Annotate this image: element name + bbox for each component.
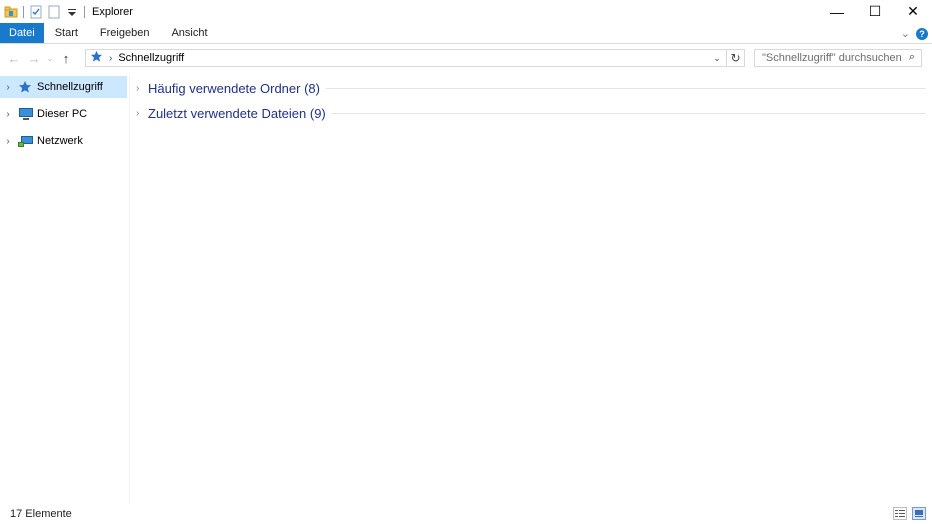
search-icon[interactable]: ⌕ (909, 51, 915, 64)
customize-qat-icon[interactable] (65, 5, 79, 19)
navigation-bar: ← → ⌄ ↑ › Schnellzugriff ⌄ ↻ "Schnellzug… (0, 47, 932, 69)
tab-view[interactable]: Ansicht (160, 23, 218, 43)
navigation-pane: › Schnellzugriff › Dieser PC › Netzwerk (0, 76, 130, 504)
new-folder-icon[interactable] (47, 5, 61, 19)
back-button[interactable]: ← (4, 47, 24, 69)
properties-icon[interactable] (29, 5, 43, 19)
quick-access-star-icon (90, 50, 103, 66)
recent-locations-button[interactable]: ⌄ (44, 47, 56, 69)
quick-access-toolbar (0, 0, 90, 23)
view-switcher (893, 507, 926, 520)
window-controls: — ☐ ✕ (818, 0, 932, 23)
folder-app-icon[interactable] (4, 5, 18, 19)
close-button[interactable]: ✕ (894, 0, 932, 23)
group-divider (331, 113, 926, 114)
sidebar-item-network[interactable]: › Netzwerk (0, 130, 129, 152)
breadcrumb-separator[interactable]: › (109, 53, 112, 64)
refresh-icon[interactable]: ↻ (726, 50, 744, 66)
expand-arrow-icon[interactable]: › (1, 82, 15, 93)
group-divider (325, 88, 926, 89)
qat-separator (23, 5, 24, 18)
expand-ribbon-icon[interactable]: ⌄ (901, 27, 910, 40)
sidebar-item-label: Schnellzugriff (37, 81, 103, 93)
tab-file[interactable]: Datei (0, 23, 44, 43)
tab-start[interactable]: Start (44, 23, 89, 43)
details-view-icon[interactable] (893, 507, 907, 520)
sidebar-item-label: Dieser PC (37, 108, 88, 120)
group-label: Häufig verwendete Ordner (8) (148, 81, 320, 96)
group-header-recent-files[interactable]: › Zuletzt verwendete Dateien (9) (131, 101, 929, 126)
sidebar-item-quick-access[interactable]: › Schnellzugriff (0, 76, 127, 98)
search-placeholder: "Schnellzugriff" durchsuchen (762, 52, 902, 64)
title-bar: Explorer — ☐ ✕ (0, 0, 932, 23)
sidebar-item-label: Netzwerk (37, 135, 83, 147)
address-bar[interactable]: › Schnellzugriff ⌄ ↻ (85, 49, 745, 67)
maximize-button[interactable]: ☐ (856, 0, 894, 23)
qat-separator (84, 5, 85, 18)
network-icon (18, 134, 34, 148)
search-input[interactable]: "Schnellzugriff" durchsuchen ⌕ (754, 49, 922, 67)
breadcrumb-location[interactable]: Schnellzugriff (118, 52, 184, 64)
window-title: Explorer (92, 5, 133, 18)
minimize-button[interactable]: — (818, 0, 856, 23)
up-button[interactable]: ↑ (56, 47, 76, 69)
content-pane: › Häufig verwendete Ordner (8) › Zuletzt… (131, 76, 929, 504)
large-icons-view-icon[interactable] (912, 507, 926, 520)
ribbon-tabs: Datei Start Freigeben Ansicht ⌄ ? (0, 23, 932, 44)
forward-button[interactable]: → (24, 47, 44, 69)
quick-access-star-icon (18, 80, 34, 94)
ribbon-right-controls: ⌄ ? (901, 23, 928, 44)
tab-share[interactable]: Freigeben (89, 23, 161, 43)
status-bar: 17 Elemente (0, 504, 932, 524)
group-expand-icon[interactable]: › (136, 108, 148, 119)
group-label: Zuletzt verwendete Dateien (9) (148, 106, 326, 121)
group-header-frequent-folders[interactable]: › Häufig verwendete Ordner (8) (131, 76, 929, 101)
expand-arrow-icon[interactable]: › (1, 136, 15, 147)
help-icon[interactable]: ? (916, 27, 928, 40)
expand-arrow-icon[interactable]: › (1, 109, 15, 120)
group-expand-icon[interactable]: › (136, 83, 148, 94)
sidebar-item-this-pc[interactable]: › Dieser PC (0, 103, 129, 125)
item-count: 17 Elemente (10, 508, 72, 520)
computer-icon (18, 107, 34, 121)
address-dropdown-icon[interactable]: ⌄ (710, 50, 724, 66)
